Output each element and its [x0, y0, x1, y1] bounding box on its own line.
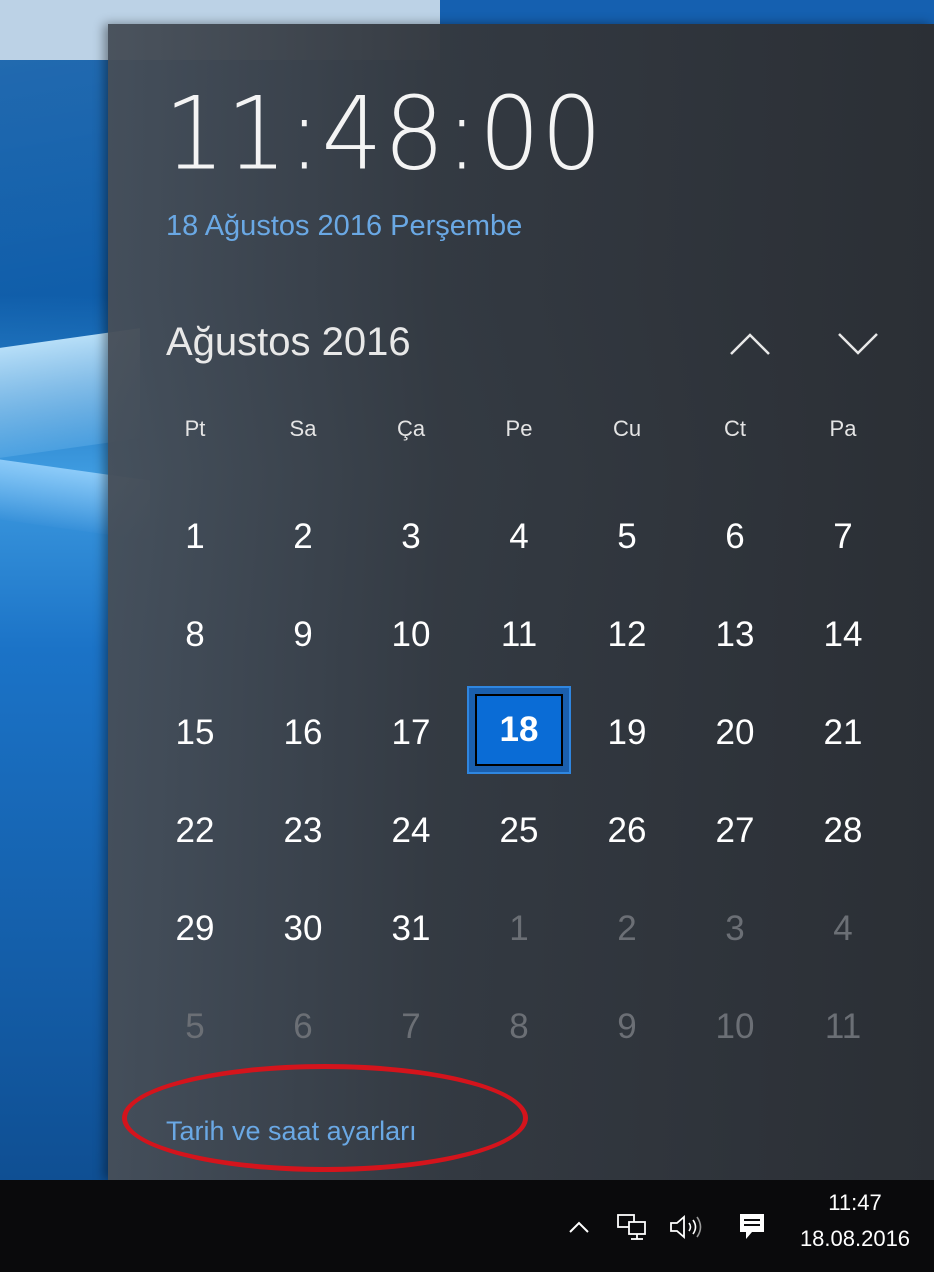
calendar-day[interactable]: 7 — [790, 512, 896, 562]
calendar-day[interactable]: 25 — [466, 806, 572, 856]
calendar-week-row: 22 23 24 25 26 27 28 — [142, 786, 932, 876]
chevron-up-icon — [569, 1221, 589, 1233]
calendar-day-today[interactable]: 18 — [467, 686, 571, 774]
chevron-down-icon — [838, 333, 878, 355]
calendar-day[interactable]: 21 — [790, 708, 896, 758]
volume-button[interactable] — [666, 1210, 710, 1244]
calendar-day[interactable]: 3 — [358, 512, 464, 562]
calendar-day[interactable]: 5 — [574, 512, 680, 562]
calendar-day-other-month[interactable]: 6 — [250, 1002, 356, 1052]
weekday-label: Pe — [505, 416, 533, 441]
calendar-day-other-month[interactable]: 5 — [142, 1002, 248, 1052]
calendar-week-row: 5 6 7 8 9 10 11 — [142, 982, 932, 1072]
calendar-day[interactable]: 15 — [142, 708, 248, 758]
large-clock: 11:48:00 — [164, 75, 604, 193]
next-month-button[interactable] — [826, 314, 890, 374]
calendar-day[interactable]: 13 — [682, 610, 788, 660]
calendar-day[interactable]: 23 — [250, 806, 356, 856]
calendar-day-other-month[interactable]: 1 — [466, 904, 572, 954]
calendar-day[interactable]: 4 — [466, 512, 572, 562]
calendar-day[interactable]: 30 — [250, 904, 356, 954]
weekday-label: Ça — [396, 416, 426, 441]
calendar-day[interactable]: 26 — [574, 806, 680, 856]
calendar-day[interactable]: 9 — [250, 610, 356, 660]
weekday-header-row: Pt Sa Ça Pe Cu Ct Pa — [142, 404, 932, 454]
previous-month-button[interactable] — [718, 314, 782, 374]
calendar-week-row: 29 30 31 1 2 3 4 — [142, 884, 932, 974]
taskbar-clock[interactable]: 11:47 18.08.2016 — [782, 1186, 928, 1252]
calendar-day[interactable]: 20 — [682, 708, 788, 758]
calendar-day[interactable]: 31 — [358, 904, 464, 954]
calendar-day[interactable]: 1 — [142, 512, 248, 562]
calendar-day[interactable]: 14 — [790, 610, 896, 660]
calendar-day[interactable]: 16 — [250, 708, 356, 758]
calendar-day[interactable]: 22 — [142, 806, 248, 856]
date-time-settings-link[interactable]: Tarih ve saat ayarları — [166, 1116, 417, 1147]
calendar-day[interactable]: 6 — [682, 512, 788, 562]
calendar-day-other-month[interactable]: 10 — [682, 1002, 788, 1052]
calendar-day[interactable]: 11 — [466, 610, 572, 660]
calendar-day[interactable]: 12 — [574, 610, 680, 660]
volume-icon — [670, 1215, 702, 1239]
calendar-day[interactable]: 29 — [142, 904, 248, 954]
weekday-label: Cu — [612, 416, 642, 441]
calendar-week-row: 15 16 17 18 19 20 21 — [142, 686, 932, 778]
taskbar: 11:47 18.08.2016 — [0, 1180, 934, 1272]
calendar-day-other-month[interactable]: 3 — [682, 904, 788, 954]
calendar-day[interactable]: 8 — [142, 610, 248, 660]
weekday-label: Sa — [289, 416, 317, 441]
calendar-week-row: 1234567 — [142, 492, 932, 582]
calendar-day-other-month[interactable]: 9 — [574, 1002, 680, 1052]
taskbar-time: 11:47 — [828, 1190, 882, 1215]
calendar-day[interactable]: 2 — [250, 512, 356, 562]
chevron-up-icon — [730, 333, 770, 355]
show-hidden-icons-button[interactable] — [562, 1210, 596, 1244]
today-highlight: 18 — [475, 694, 563, 766]
calendar-day[interactable]: 17 — [358, 708, 464, 758]
weekday-label: Ct — [724, 416, 746, 441]
clock-calendar-flyout: 11:48:00 18 Ağustos 2016 Perşembe Ağusto… — [108, 24, 934, 1180]
calendar-day[interactable]: 27 — [682, 806, 788, 856]
action-center-button[interactable] — [734, 1210, 770, 1244]
calendar-day[interactable]: 10 — [358, 610, 464, 660]
action-center-icon — [740, 1214, 764, 1239]
network-icon — [617, 1214, 646, 1240]
calendar-day-other-month[interactable]: 4 — [790, 904, 896, 954]
calendar-day-other-month[interactable]: 7 — [358, 1002, 464, 1052]
calendar-day[interactable]: 19 — [574, 708, 680, 758]
weekday-label: Pt — [184, 416, 206, 441]
calendar-week-row: 8 9 10 11 12 13 14 — [142, 590, 932, 680]
long-date-link[interactable]: 18 Ağustos 2016 Perşembe — [166, 210, 522, 243]
taskbar-date: 18.08.2016 — [799, 1226, 911, 1251]
calendar-day[interactable]: 28 — [790, 806, 896, 856]
weekday-label: Pa — [829, 416, 857, 441]
calendar-day-other-month[interactable]: 8 — [466, 1002, 572, 1052]
calendar-day-other-month[interactable]: 11 — [790, 1002, 896, 1052]
calendar-day[interactable]: 24 — [358, 806, 464, 856]
calendar-day-other-month[interactable]: 2 — [574, 904, 680, 954]
month-title[interactable]: Ağustos 2016 — [166, 320, 411, 365]
network-button[interactable] — [612, 1210, 652, 1244]
calendar-day-number: 18 — [499, 710, 539, 749]
